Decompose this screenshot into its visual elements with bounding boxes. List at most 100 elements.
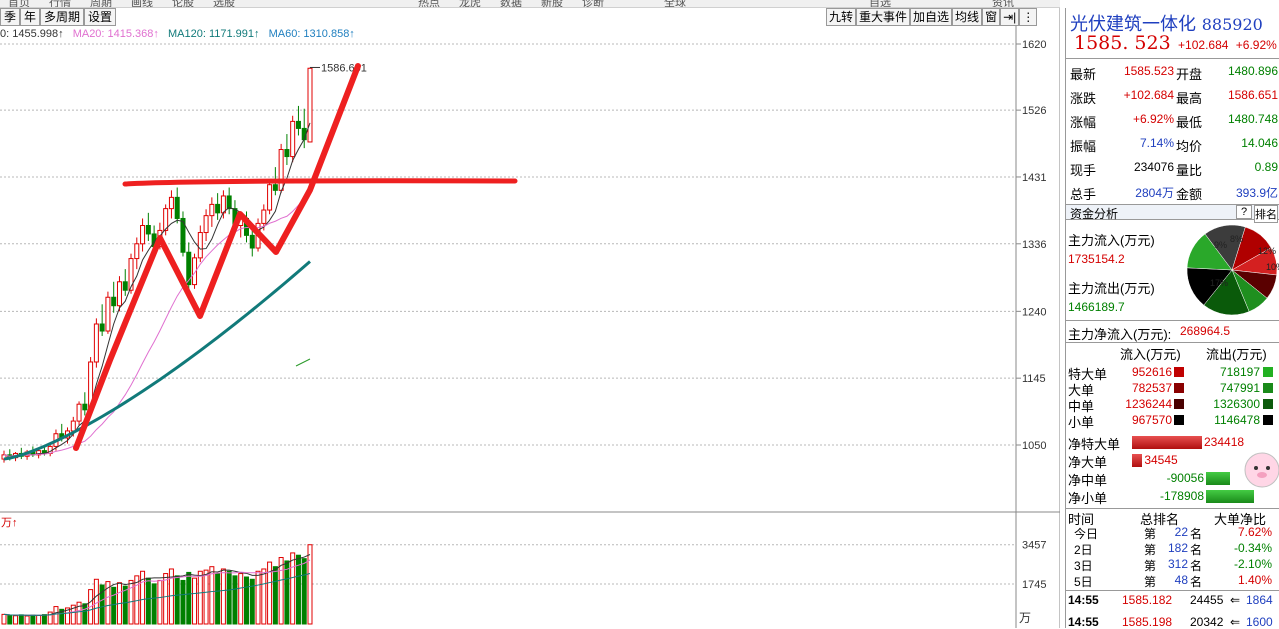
candle-body: [226, 195, 232, 210]
quote-label: 最低: [1176, 115, 1203, 130]
tick-last: 1600: [1246, 615, 1273, 629]
candle-body: [76, 403, 82, 422]
rank-suffix: 名: [1190, 559, 1203, 573]
rank-ratio: 7.62%: [1237, 525, 1272, 539]
current-price: 1585. 523: [1074, 32, 1171, 54]
rank-suffix: 名: [1190, 575, 1203, 589]
help-button[interactable]: ?: [1236, 205, 1252, 219]
hand-drawn-horizontal-line: [122, 178, 518, 187]
price-tick-label: 1620: [1022, 39, 1046, 51]
volume-bar: [197, 570, 203, 625]
quote-label: 总手: [1070, 187, 1097, 202]
volume-bar: [209, 566, 215, 625]
main-outflow-value: 1466189.7: [1068, 300, 1125, 314]
candle-body: [116, 281, 122, 307]
main-inflow-label: 主力流入(万元): [1068, 233, 1155, 248]
volume-bar: [180, 579, 186, 625]
candle-body: [140, 225, 146, 245]
volume-bar: [13, 615, 19, 625]
quote-panel: 光伏建筑一体化 885920 1585. 523 +102.684 +6.92%…: [1065, 8, 1279, 629]
volume-bar: [82, 603, 88, 625]
candle-body: [93, 323, 99, 363]
pie-slice-label: 10%: [1266, 262, 1279, 272]
ma5-line: [3, 122, 311, 457]
flow-in-value: 952616: [1131, 365, 1172, 379]
quote-label: 金额: [1176, 187, 1203, 202]
outflow-column-header: 流出(万元): [1206, 347, 1267, 362]
flow-out-swatch: [1263, 399, 1273, 409]
candle-body: [105, 296, 111, 332]
volume-bar: [238, 573, 244, 625]
rank-period: 2日: [1074, 543, 1093, 557]
quote-value: 2804万: [1135, 186, 1174, 200]
candle-body: [284, 149, 290, 158]
volume-bar: [1, 613, 7, 625]
quote-value: 1586.651: [1227, 88, 1278, 102]
candle-body: [145, 225, 151, 235]
flow-out-value: 718197: [1219, 365, 1260, 379]
candle-body: [272, 184, 278, 191]
net-row-label: 净小单: [1068, 491, 1108, 506]
quote-row: 涨跌 +102.684 最高 1586.651: [1068, 84, 1279, 108]
quote-value: +102.684: [1123, 88, 1174, 102]
volume-bar: [226, 570, 232, 625]
candle-body: [99, 323, 105, 332]
price-tick-label: 1336: [1022, 239, 1046, 251]
quote-value: 14.046: [1241, 136, 1278, 150]
hand-drawn-green-mark: [295, 358, 311, 367]
net-row-label: 净特大单: [1068, 437, 1121, 452]
volume-bar: [215, 573, 221, 625]
volume-unit-label: 万: [1019, 611, 1031, 625]
fund-flow-pie: 12% 10% 9%8% 17%: [1186, 224, 1279, 316]
candle-body: [134, 243, 140, 260]
quote-value: 234076: [1133, 160, 1174, 174]
tick-direction-icon: ⇐: [1230, 615, 1241, 629]
net-bar-positive: [1132, 436, 1202, 449]
volume-bar: [301, 558, 307, 625]
volume-bar: [284, 560, 290, 625]
volume-bar: [220, 568, 226, 625]
rank-prefix: 第: [1144, 543, 1157, 557]
volume-bar: [261, 568, 267, 625]
tick-volume: 20342: [1190, 615, 1224, 629]
volume-bar: [93, 578, 99, 625]
volume-bar: [111, 586, 117, 625]
candle-body: [174, 196, 180, 219]
volume-bar: [36, 615, 42, 625]
price-tick-label: 1240: [1022, 306, 1046, 318]
mascot-icon[interactable]: [1240, 450, 1279, 490]
tick-time: 14:55: [1068, 615, 1099, 629]
volume-bar: [186, 571, 192, 625]
pie-slice-label: 8%: [1230, 234, 1243, 244]
candle-body: [70, 420, 76, 432]
ma60-line: [3, 260, 311, 461]
net-row-value: -90056: [1166, 471, 1204, 485]
tick-price: 1585.198: [1122, 615, 1173, 629]
pie-slice-label: 9%: [1214, 240, 1227, 250]
tick-volume: 24455: [1190, 593, 1224, 607]
candle-body: [111, 296, 117, 307]
volume-bar: [278, 557, 284, 625]
quote-value: 393.9亿: [1235, 186, 1278, 200]
volume-bar: [7, 614, 13, 625]
volume-bar: [18, 614, 24, 625]
kline-chart[interactable]: 162015261431133612401145105034571745万万↑1…: [0, 0, 1060, 628]
volume-bar: [255, 570, 261, 625]
candle-body: [215, 203, 221, 214]
main-net-inflow-label: 主力净流入(万元):: [1068, 327, 1172, 342]
rank-ratio: -0.34%: [1233, 541, 1272, 555]
quote-value: 1480.896: [1227, 64, 1278, 78]
volume-bar: [157, 579, 163, 625]
quote-label: 振幅: [1070, 139, 1097, 154]
net-row-value: 234418: [1204, 435, 1245, 449]
candle-body: [295, 120, 301, 129]
volume-bar: [163, 573, 169, 625]
rank-number: 22: [1174, 525, 1188, 539]
pie-slice-label: 17%: [1210, 278, 1228, 288]
pie-slice-label: 12%: [1258, 246, 1276, 256]
flow-out-value: 1146478: [1214, 413, 1260, 427]
net-bar-negative: [1206, 472, 1231, 485]
quote-label: 最高: [1176, 91, 1203, 106]
flow-in-swatch: [1174, 383, 1184, 393]
rank-suffix: 名: [1190, 543, 1203, 557]
